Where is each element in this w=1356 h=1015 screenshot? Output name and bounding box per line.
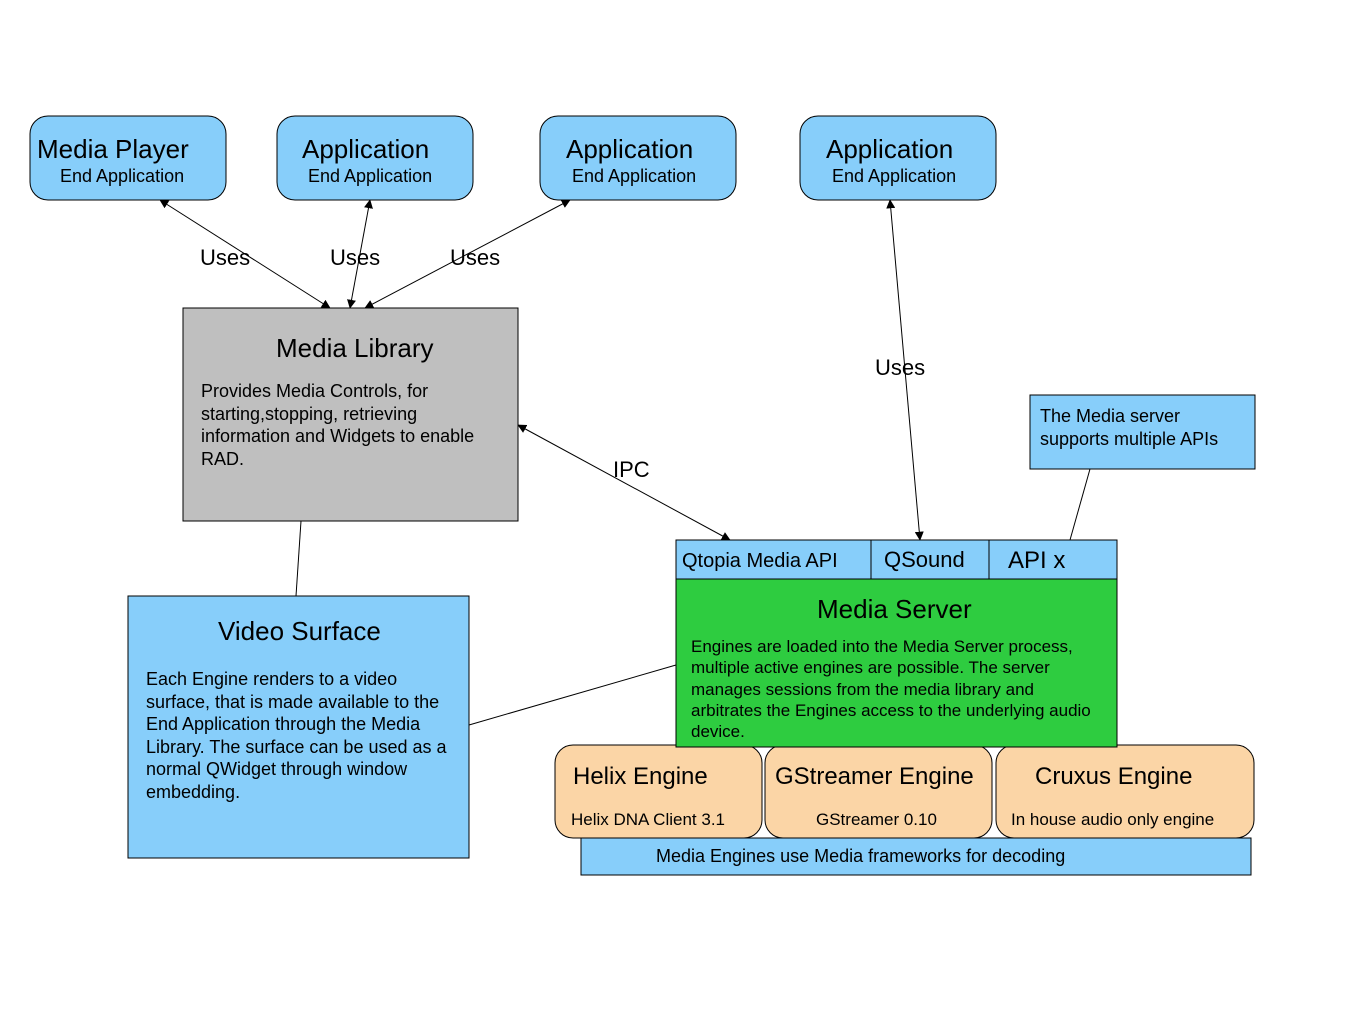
arrow <box>518 425 730 540</box>
app-title: Media Player <box>37 134 189 164</box>
edge-uses-3: Uses <box>450 245 500 270</box>
app-title: Application <box>566 134 693 164</box>
app-sub: End Application <box>832 166 956 186</box>
line <box>469 665 676 725</box>
app-title: Application <box>826 134 953 164</box>
line <box>296 521 301 596</box>
api-label: API x <box>1008 547 1065 574</box>
edge-uses-4: Uses <box>875 355 925 380</box>
media-server-body: Engines are loaded into the Media Server… <box>691 636 1103 742</box>
edge-uses-1: Uses <box>200 245 250 270</box>
frameworks-strip: Media Engines use Media frameworks for d… <box>581 838 1251 875</box>
engine-cruxus: Cruxus Engine In house audio only engine <box>996 745 1254 838</box>
engine-sub: GStreamer 0.10 <box>816 810 937 829</box>
frameworks-note: Media Engines use Media frameworks for d… <box>656 846 1065 866</box>
api-note-box: The Media server supports multiple APIs <box>1030 395 1255 469</box>
engine-title: GStreamer Engine <box>775 763 974 790</box>
media-server-title: Media Server <box>817 594 972 624</box>
api-x: API x <box>989 540 1117 579</box>
edge-uses-2: Uses <box>330 245 380 270</box>
media-library-title: Media Library <box>276 333 434 363</box>
api-label: Qtopia Media API <box>682 550 838 572</box>
media-library-body: Provides Media Controls, for starting,st… <box>201 380 501 470</box>
engine-sub: Helix DNA Client 3.1 <box>571 810 725 829</box>
api-qtopia: Qtopia Media API <box>676 540 871 579</box>
app-media-player: Media Player End Application <box>30 116 226 200</box>
app-1: Application End Application <box>277 116 473 200</box>
engine-sub: In house audio only engine <box>1011 810 1214 829</box>
api-note: The Media server supports multiple APIs <box>1040 405 1245 450</box>
app-title: Application <box>302 134 429 164</box>
app-sub: End Application <box>60 166 184 186</box>
media-library: Media Library Provides Media Controls, f… <box>183 308 518 521</box>
engine-helix: Helix Engine Helix DNA Client 3.1 <box>555 745 762 838</box>
video-surface-body: Each Engine renders to a video surface, … <box>146 668 451 803</box>
app-sub: End Application <box>572 166 696 186</box>
video-surface-title: Video Surface <box>218 616 381 646</box>
api-qsound: QSound <box>871 540 989 579</box>
engine-gstreamer: GStreamer Engine GStreamer 0.10 <box>765 745 992 838</box>
app-sub: End Application <box>308 166 432 186</box>
api-label: QSound <box>884 547 965 572</box>
video-surface: Video Surface Each Engine renders to a v… <box>128 596 469 858</box>
line <box>1070 469 1090 540</box>
engine-title: Cruxus Engine <box>1035 763 1192 790</box>
engine-title: Helix Engine <box>573 763 708 790</box>
app-3: Application End Application <box>800 116 996 200</box>
app-2: Application End Application <box>540 116 736 200</box>
media-server: Media Server Engines are loaded into the… <box>676 579 1117 747</box>
edge-ipc: IPC <box>613 457 650 482</box>
